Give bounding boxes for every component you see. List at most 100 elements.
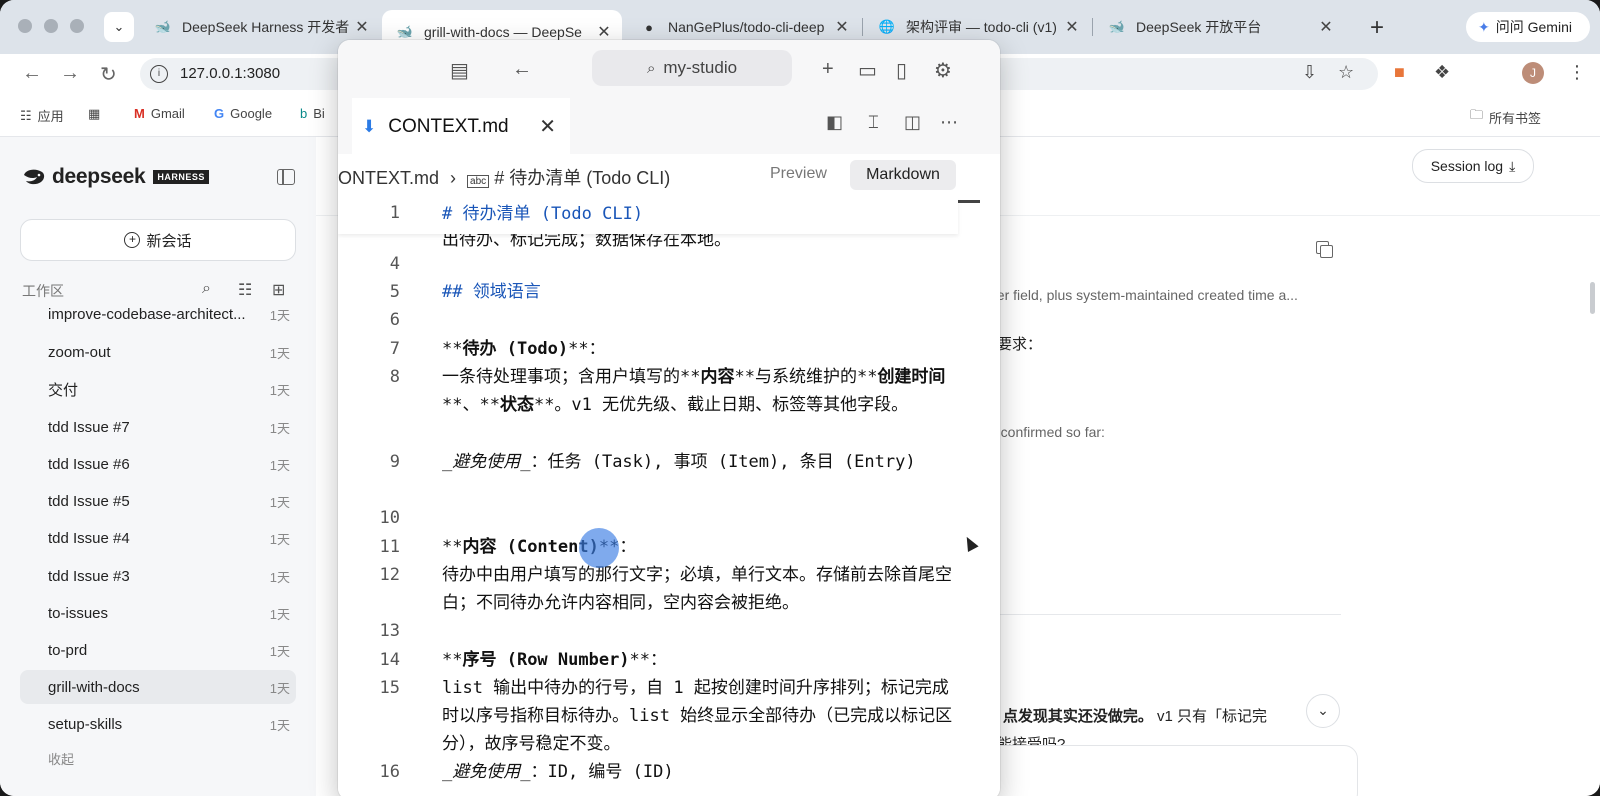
deepseek-logo: deepseek HARNESS [22,165,209,189]
bookmark-label: Google [230,106,273,121]
workspace-item-age: 1天 [269,307,290,323]
collapse-link[interactable]: 收起 [48,749,74,768]
all-bookmarks[interactable]: 🗀 所有书签 [1470,106,1541,128]
add-icon[interactable]: + [822,58,834,81]
search-icon: ⌕ [646,59,656,77]
tab-groups-icon[interactable]: ▦ [88,106,100,122]
code-text: 一条待处理事项；含用户填写的** [442,367,701,387]
breadcrumb-file[interactable]: ONTEXT.md [338,168,439,188]
browser-tab[interactable]: ● NanGePlus/todo-cli-deep ✕ [626,10,860,44]
browser-tab[interactable]: 🌐 架构评审 — todo-cli (v1) ✕ [864,10,1090,44]
line-number: 6 [389,310,400,330]
workspace-item[interactable]: tdd Issue #4 1天 [20,521,296,555]
bookmark-google[interactable]: G Google [214,106,272,121]
code-line: 一条待处理事项；含用户填写的**内容**与系统维护的**创建时间 **、**状态*… [442,363,962,419]
workspace-list: improve-codebase-architect... 1天 zoom-out… [0,305,316,760]
code-line: list 输出中待办的行号，自 1 起按创建时间升序排列；标记完成时以序号指称目… [442,678,953,754]
workspace-item[interactable]: tdd Issue #3 1天 [20,559,296,593]
extensions-puzzle-icon[interactable]: ❖ [1434,62,1450,83]
new-folder-icon[interactable]: ⊞ [272,280,285,300]
download-icon: ⤓ [1509,157,1516,174]
tab-separator [1092,18,1093,36]
scroll-down-button[interactable]: ⌄ [1306,694,1340,728]
new-chat-button[interactable]: + 新会话 [20,219,296,261]
workspace-item-name: to-prd [48,641,88,659]
preview-mode-button[interactable]: Preview [770,165,827,183]
extension-icon[interactable]: ■ [1394,62,1405,83]
workspace-item[interactable]: tdd Issue #5 1天 [20,484,296,518]
settings-gear-icon[interactable]: ⚙ [934,58,952,83]
workspace-item[interactable]: to-issues 1天 [20,596,296,630]
new-tab-button[interactable]: + [1370,14,1384,42]
code-line: _避免使用_：任务 (Task), 事项 (Item), 条目 (Entry) [442,448,962,476]
message-composer[interactable] [976,745,1358,796]
sticky-heading: 1 # 待办清单 (Todo CLI) [338,198,958,234]
browser-tab[interactable]: 🐋 DeepSeek 开放平台 ✕ [1094,10,1344,44]
workspace-item-name: tdd Issue #4 [48,529,130,547]
code-line: ## 领域语言 [442,282,541,302]
install-app-icon[interactable]: ⇩ [1302,62,1317,83]
close-window-button[interactable] [18,19,32,33]
session-log-label: Session log [1430,158,1504,174]
bookmark-bing[interactable]: b Bi [300,106,325,121]
code-text: ：任务 (Task), 事项 (Item), 条目 (Entry) [530,452,916,472]
split-preview-icon[interactable]: ◧ [826,112,843,133]
close-icon[interactable]: ✕ [352,17,372,37]
reload-button[interactable]: ↻ [100,62,117,87]
sidebar-toggle-icon[interactable] [277,169,295,185]
workspace-item[interactable]: to-prd 1天 [20,633,296,667]
tab-search-button[interactable]: ⌄ [104,12,134,42]
workspace-item[interactable]: tdd Issue #6 1天 [20,447,296,481]
markdown-mode-button[interactable]: Markdown [850,160,956,190]
gemini-button[interactable]: ✦ 问问 Gemini [1466,12,1590,42]
workspace-item-selected[interactable]: grill-with-docs 1天 [20,670,296,704]
zoom-window-button[interactable] [70,19,84,33]
bookmark-gmail[interactable]: M Gmail [134,106,185,121]
editor-content[interactable]: 1 # 待办清单 (Todo CLI) 出待办、标记完成；数据保存在本地。 4 … [338,198,1000,796]
workspace-item[interactable]: zoom-out 1天 [20,335,296,369]
bookmark-apps[interactable]: ☷ 应用 [20,106,64,125]
forward-button[interactable]: → [60,62,80,85]
profile-avatar[interactable]: J [1522,62,1544,84]
bookmark-star-icon[interactable]: ☆ [1338,62,1354,83]
filter-sliders-icon[interactable]: ☷ [238,280,252,300]
close-icon[interactable]: ✕ [1062,17,1082,37]
deepseek-whale-icon: 🐋 [154,19,172,34]
workspace-search[interactable]: ⌕ my-studio [592,50,792,86]
close-icon[interactable]: ✕ [832,17,852,37]
site-info-icon[interactable]: i [150,65,168,83]
editor-breadcrumb: ONTEXT.md › abc # 待办清单 (Todo CLI) Previe… [338,154,1000,198]
tab-label: NanGePlus/todo-cli-deep [668,19,825,35]
workspace-item-age: 1天 [269,643,290,659]
message-text: 10 点发现其实还没做完。 v1 只有「标记完 [982,705,1267,726]
line-number: 8 [389,367,400,387]
close-icon[interactable]: ✕ [1316,17,1336,37]
copy-icon[interactable] [1316,241,1333,258]
back-arrow-icon[interactable]: ← [512,58,532,81]
chat-bubble-icon[interactable]: ▯ [896,58,907,83]
workspace-item[interactable]: setup-skills 1天 [20,707,296,741]
more-icon[interactable]: ⋯ [940,112,958,133]
workspace-item[interactable]: 交付 1天 [20,372,296,406]
breadcrumb-heading[interactable]: # 待办清单 (Todo CLI) [494,168,670,188]
sidebar-panel-icon[interactable]: ▤ [450,58,469,83]
text-cursor-icon[interactable]: ⌶ [868,112,879,133]
back-button[interactable]: ← [22,62,42,85]
close-icon[interactable]: ✕ [539,114,556,139]
session-log-button[interactable]: Session log ⤓ [1412,149,1534,183]
terminal-panel-icon[interactable]: ▭ [858,58,877,83]
close-icon[interactable]: ✕ [594,22,614,42]
file-tab[interactable]: ⬇ CONTEXT.md ✕ [352,98,570,155]
page-scrollbar[interactable] [1590,282,1595,314]
workspace-item-age: 1天 [269,420,290,436]
url-text: 127.0.0.1:3080 [180,65,281,82]
more-menu-icon[interactable]: ⋮ [1568,62,1586,83]
search-icon[interactable]: ⌕ [202,280,211,298]
workspace-item[interactable]: improve-codebase-architect... 1天 [20,305,296,331]
browser-tab[interactable]: 🐋 DeepSeek Harness 开发者 ✕ [140,10,380,44]
minimize-window-button[interactable] [44,19,58,33]
md-marker: ** [442,339,463,359]
workspace-item[interactable]: tdd Issue #7 1天 [20,410,296,444]
line-number: 1 [389,203,400,223]
split-view-icon[interactable]: ◫ [904,112,921,133]
